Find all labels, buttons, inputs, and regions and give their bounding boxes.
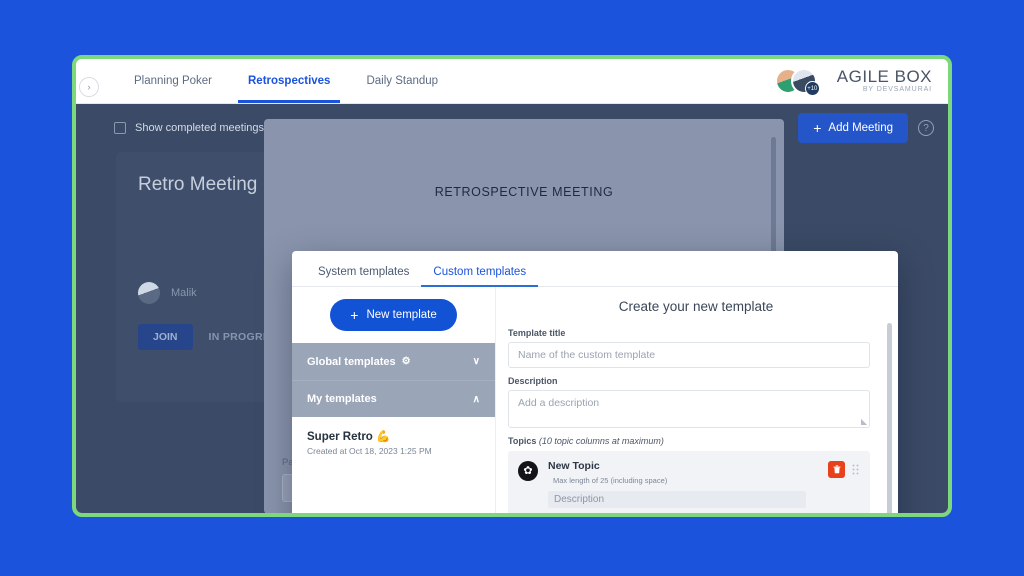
modal-tab-list: System templates Custom templates	[292, 251, 898, 287]
sidebar-collapse-chevron-right-icon[interactable]: ›	[79, 77, 99, 97]
tab-label: System templates	[318, 266, 410, 278]
topic-tools	[828, 461, 860, 478]
top-navigation-bar: Planning Poker Retrospectives Daily Stan…	[76, 59, 948, 104]
join-button[interactable]: JOIN	[138, 324, 193, 350]
meeting-title: Retro Meeting	[138, 174, 258, 195]
nav-tab-list: Planning Poker Retrospectives Daily Stan…	[116, 59, 456, 103]
template-title-label: Template title	[508, 328, 566, 338]
question-mark-glyph: ?	[923, 122, 929, 134]
help-icon[interactable]: ?	[918, 120, 934, 136]
template-title-input[interactable]: Name of the custom template	[508, 342, 870, 368]
nav-right-cluster: +10 AGILE BOX BY DEVSAMURAI	[774, 68, 948, 96]
toolbar-right-cluster: + Add Meeting ?	[798, 113, 948, 143]
template-created-at: Created at Oct 18, 2023 1:25 PM	[307, 446, 432, 456]
template-browser-panel: + New template Global templates ⚙ ∨ My t…	[292, 287, 496, 513]
plus-icon: +	[350, 307, 359, 323]
topic-row: ✿ New Topic Max length of 25 (including …	[518, 460, 860, 508]
topic-main: New Topic Max length of 25 (including sp…	[548, 460, 828, 508]
resize-grip-icon[interactable]: ◢	[861, 417, 867, 426]
topic-icon-glyph: ✿	[523, 464, 533, 477]
placeholder-text: Description	[554, 494, 605, 505]
show-completed-meetings-label: Show completed meetings	[135, 122, 265, 134]
new-template-button-row: + New template	[292, 287, 495, 343]
group-header-global-templates[interactable]: Global templates ⚙ ∨	[292, 343, 495, 380]
placeholder-text: Name of the custom template	[518, 349, 656, 361]
list-item[interactable]: Super Retro 💪 Created at Oct 18, 2023 1:…	[307, 429, 480, 456]
plus-icon: +	[813, 120, 822, 136]
topic-description-input[interactable]: Description	[548, 491, 806, 508]
topics-label: Topics (10 topic columns at maximum)	[508, 436, 884, 446]
template-list: Super Retro 💪 Created at Oct 18, 2023 1:…	[292, 417, 495, 456]
form-scrollbar[interactable]	[887, 323, 892, 513]
nav-tab-label: Planning Poker	[134, 75, 212, 87]
topic-color-icon[interactable]: ✿	[518, 461, 538, 481]
chevron-down-icon: ∨	[472, 356, 480, 367]
tab-custom-templates[interactable]: Custom templates	[421, 266, 538, 287]
new-template-button[interactable]: + New template	[330, 299, 457, 331]
description-label: Description	[508, 376, 558, 386]
template-form-panel: Create your new template Template title …	[496, 287, 898, 513]
topics-hint-text: (10 topic columns at maximum)	[538, 436, 664, 446]
new-template-label: New template	[366, 309, 437, 321]
modal-body: + New template Global templates ⚙ ∨ My t…	[292, 287, 898, 513]
group-label: My templates	[307, 393, 377, 405]
chevron-up-icon: ∧	[472, 393, 480, 405]
avatar-group[interactable]: +10	[774, 68, 823, 96]
topics-label-text: Topics	[508, 436, 537, 446]
drag-handle-icon[interactable]	[852, 464, 860, 475]
tab-system-templates[interactable]: System templates	[306, 266, 421, 286]
tab-label: Custom templates	[433, 266, 527, 278]
app-logo: AGILE BOX BY DEVSAMURAI	[837, 68, 932, 93]
description-input[interactable]: Add a description ◢	[508, 390, 870, 428]
panel-scrollbar[interactable]	[771, 137, 776, 267]
topics-container: ✿ New Topic Max length of 25 (including …	[508, 451, 870, 513]
logo-title: AGILE BOX	[836, 67, 932, 87]
topic-name-input[interactable]: New Topic	[548, 460, 828, 472]
meeting-actions: JOIN IN PROGRESS	[138, 324, 285, 350]
logo-subtitle: BY DEVSAMURAI	[862, 86, 932, 94]
template-modal: System templates Custom templates + New …	[292, 251, 898, 513]
chevron-right-glyph: ›	[87, 82, 91, 92]
delete-topic-button[interactable]	[828, 461, 845, 478]
meeting-owner: Malik	[138, 282, 197, 304]
retrospective-panel-title: RETROSPECTIVE MEETING	[434, 185, 614, 199]
checkbox-icon[interactable]	[114, 122, 126, 134]
avatar	[138, 282, 160, 304]
app-window: Planning Poker Retrospectives Daily Stan…	[72, 55, 952, 517]
topic-max-length-hint: Max length of 25 (including space)	[553, 476, 668, 485]
avatar-overflow-badge: +10	[804, 81, 820, 96]
owner-name: Malik	[171, 287, 197, 299]
add-meeting-label: Add Meeting	[828, 122, 893, 134]
group-header-my-templates[interactable]: My templates ∧	[292, 380, 495, 417]
template-name: Super Retro 💪	[307, 431, 391, 443]
nav-tab-planning-poker[interactable]: Planning Poker	[116, 59, 230, 103]
add-meeting-button[interactable]: + Add Meeting	[798, 113, 908, 143]
form-heading: Create your new template	[618, 299, 774, 314]
nav-tab-daily-standup[interactable]: Daily Standup	[348, 59, 456, 103]
nav-tab-retrospectives[interactable]: Retrospectives	[230, 59, 348, 103]
nav-tab-label: Daily Standup	[366, 75, 439, 87]
gear-icon[interactable]: ⚙	[402, 356, 411, 367]
group-label: Global templates	[307, 355, 396, 368]
page-body: Show completed meetings + Add Meeting ? …	[76, 104, 948, 513]
placeholder-text: Add a description	[518, 397, 600, 409]
nav-tab-label: Retrospectives	[248, 75, 331, 87]
show-completed-meetings-toggle[interactable]: Show completed meetings	[114, 122, 264, 134]
